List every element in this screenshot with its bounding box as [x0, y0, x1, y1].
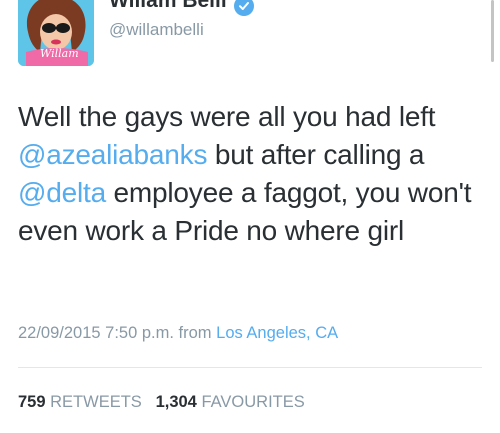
retweets-count: 759 — [18, 393, 46, 411]
favourites-count: 1,304 — [155, 393, 197, 411]
timestamp[interactable]: 22/09/2015 7:50 p.m. — [18, 324, 174, 342]
avatar-script-text: Willam — [40, 47, 79, 60]
tweet-meta: 22/09/2015 7:50 p.m. from Los Angeles, C… — [18, 324, 338, 343]
tweet-text-part-1: Well the gays were all you had left — [18, 101, 436, 132]
avatar[interactable]: Willam — [18, 0, 94, 66]
location-link[interactable]: Los Angeles, CA — [216, 324, 338, 342]
retweets-label: RETWEETS — [50, 393, 142, 411]
tweet-text-part-2: but after calling a — [207, 139, 425, 170]
tweet-stats: 759 RETWEETS 1,304 FAVOURITES — [18, 393, 305, 412]
display-name[interactable]: Willam Belli — [109, 0, 227, 13]
from-label: from — [178, 324, 212, 342]
tweet-text: Well the gays were all you had left @aze… — [18, 98, 486, 250]
divider — [18, 367, 482, 368]
mention-delta[interactable]: @delta — [18, 177, 106, 208]
mention-azealiabanks[interactable]: @azealiabanks — [18, 139, 207, 170]
scrollbar[interactable] — [491, 0, 494, 62]
retweets-stat[interactable]: 759 RETWEETS — [18, 393, 142, 411]
favourites-stat[interactable]: 1,304 FAVOURITES — [156, 393, 305, 411]
user-handle[interactable]: @willambelli — [109, 20, 204, 40]
verified-badge-icon — [234, 0, 254, 16]
favourites-label: FAVOURITES — [201, 393, 305, 411]
